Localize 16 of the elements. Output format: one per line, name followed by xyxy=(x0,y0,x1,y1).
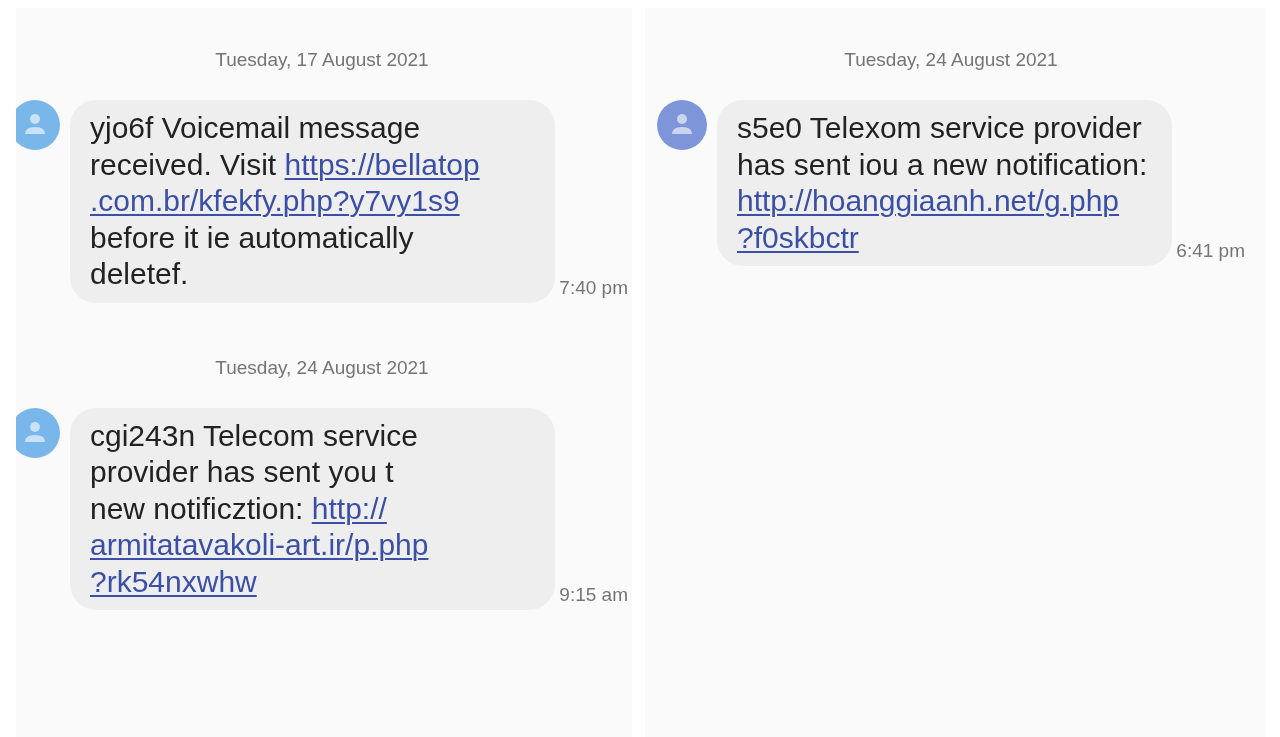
date-label: Tuesday, 24 August 2021 xyxy=(844,48,1058,72)
message-text: yjo6f Voicemail message received. Visit https://bellatop .com.br/kfekfy.php?y7vy1s9 before it ie automatically deletef. xyxy=(90,110,481,292)
date-label: Tuesday, 17 August 2021 xyxy=(215,48,429,72)
message-link[interactable]: ?f0skbctr xyxy=(737,220,859,254)
message-time: 7:40 pm xyxy=(559,275,628,300)
message-time: 6:41 pm xyxy=(1176,239,1245,263)
message-time: 9:15 am xyxy=(559,583,628,607)
date-label: Tuesday, 24 August 2021 xyxy=(215,355,429,380)
message-link[interactable]: ?rk54nxwhw xyxy=(90,564,257,598)
message-text: s5e0 Telexom service provider has sent iou a new notification: http://hoanggiaanh.net/g.php ?f0skbctr xyxy=(737,110,1149,256)
message-link[interactable]: https://bellatop xyxy=(284,147,480,181)
message-link[interactable]: armitatavakoli-art.ir/p.php xyxy=(90,528,429,561)
message-link[interactable]: .com.br/kfekfy.php?y7vy1s9 xyxy=(90,184,460,217)
message-link[interactable]: http://hoanggiaanh.net/g.php xyxy=(737,184,1119,217)
message-text: cgi243n Telecom service provider has sent you t new notificztion: http:// armitatavakoli-art.ir/p.php ?rk54nxwhw xyxy=(90,417,430,600)
message-link[interactable]: http:// xyxy=(311,491,387,525)
